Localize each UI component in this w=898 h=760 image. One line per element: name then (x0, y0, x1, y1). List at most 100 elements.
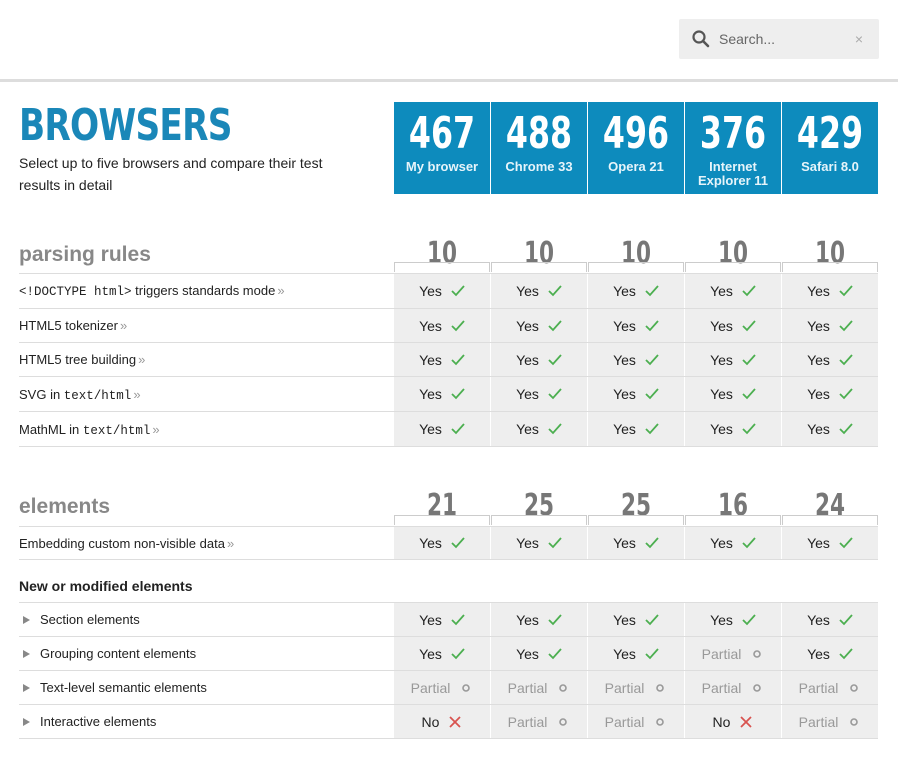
check-icon (548, 648, 562, 660)
row-label[interactable]: Embedding custom non-visible data» (19, 536, 234, 551)
partial-circle-icon (753, 650, 762, 659)
row-label-text: HTML5 tree building (19, 352, 137, 367)
result-cell: Yes (588, 377, 684, 412)
browser-name: Chrome 33 (505, 159, 573, 174)
result-cell: Yes (782, 377, 878, 412)
result-text: Yes (613, 421, 636, 437)
search-input[interactable] (719, 28, 849, 50)
result-cell: Yes (782, 343, 878, 377)
browser-name: My browser (405, 159, 479, 174)
result-text: Yes (419, 352, 442, 368)
check-icon (742, 388, 756, 400)
check-icon (645, 537, 659, 549)
more-link-icon[interactable]: » (138, 352, 145, 367)
result-cell: Yes (685, 603, 781, 637)
search-box[interactable]: × (679, 19, 879, 59)
check-icon (742, 354, 756, 366)
check-icon (645, 354, 659, 366)
result-cell: Partial (782, 671, 878, 705)
result-text: Yes (419, 318, 442, 334)
result-cell: Yes (394, 274, 490, 308)
result-cell: Yes (491, 377, 587, 412)
clear-search-icon[interactable]: × (851, 29, 867, 49)
row-label[interactable]: SVG in text/html» (19, 387, 141, 403)
row-label[interactable]: HTML5 tokenizer» (19, 318, 127, 333)
check-icon (451, 354, 465, 366)
expand-triangle-icon[interactable] (23, 615, 30, 624)
check-icon (548, 285, 562, 297)
result-cell: Yes (394, 603, 490, 637)
result-text: Partial (701, 646, 742, 662)
row-label-code: <!DOCTYPE html> (19, 285, 132, 299)
result-text: Partial (604, 714, 645, 730)
table-row: SVG in text/html» Yes Yes Yes Yes Yes (19, 376, 878, 412)
check-icon (451, 320, 465, 332)
result-text: Yes (419, 421, 442, 437)
row-label[interactable]: MathML in text/html» (19, 422, 160, 438)
row-label[interactable]: Interactive elements (19, 714, 156, 729)
more-link-icon[interactable]: » (277, 283, 284, 298)
result-text: Yes (807, 612, 830, 628)
page-title: BROWSERS (19, 100, 232, 151)
expand-triangle-icon[interactable] (23, 683, 30, 692)
result-text: Partial (798, 714, 839, 730)
row-label-text: Text-level semantic elements (40, 680, 207, 695)
result-cell: Partial (394, 671, 490, 705)
result-text: Yes (807, 535, 830, 551)
expand-triangle-icon[interactable] (23, 717, 30, 726)
column-divider (685, 262, 781, 272)
partial-circle-icon (850, 684, 859, 693)
result-cell: Yes (782, 603, 878, 637)
table-row: HTML5 tokenizer» Yes Yes Yes Yes Yes (19, 308, 878, 343)
result-cell: Yes (491, 343, 587, 377)
result-cell: Yes (588, 309, 684, 343)
row-label[interactable]: <!DOCTYPE html> triggers standards mode» (19, 283, 285, 299)
expand-triangle-icon[interactable] (23, 649, 30, 658)
result-text: Yes (710, 612, 733, 628)
check-icon (742, 423, 756, 435)
result-cell: Yes (782, 274, 878, 308)
check-icon (645, 423, 659, 435)
browser-tile[interactable]: 488 Chrome 33 (491, 102, 587, 194)
browser-tile[interactable]: 429 Safari 8.0 (782, 102, 878, 194)
result-cell: Yes (491, 309, 587, 343)
result-cell: Yes (491, 412, 587, 447)
check-icon (742, 285, 756, 297)
result-text: Yes (419, 612, 442, 628)
result-cell: Yes (588, 527, 684, 560)
row-label[interactable]: Text-level semantic elements (19, 680, 207, 695)
check-icon (839, 537, 853, 549)
check-icon (645, 285, 659, 297)
result-text: Partial (798, 680, 839, 696)
result-text: Partial (701, 680, 742, 696)
result-cell: Yes (685, 412, 781, 447)
result-text: Yes (419, 535, 442, 551)
check-icon (451, 423, 465, 435)
check-icon (645, 614, 659, 626)
result-cell: Yes (394, 343, 490, 377)
browser-tile[interactable]: 376 Internet Explorer 11 (685, 102, 781, 194)
more-link-icon[interactable]: » (120, 318, 127, 333)
browser-name: Opera 21 (608, 159, 664, 174)
search-icon (692, 30, 710, 48)
more-link-icon[interactable]: » (227, 536, 234, 551)
row-label-text: SVG in (19, 387, 64, 402)
result-text: Yes (516, 646, 539, 662)
result-text: Yes (807, 646, 830, 662)
browser-tile[interactable]: 496 Opera 21 (588, 102, 684, 194)
result-cell: Yes (394, 637, 490, 671)
result-text: Yes (710, 386, 733, 402)
result-cell: Yes (685, 527, 781, 560)
partial-circle-icon (656, 718, 665, 727)
result-cell: Yes (491, 637, 587, 671)
check-icon (451, 388, 465, 400)
browser-tile[interactable]: 467 My browser (394, 102, 490, 194)
result-cell: Partial (491, 671, 587, 705)
check-icon (548, 614, 562, 626)
more-link-icon[interactable]: » (133, 387, 140, 402)
row-label[interactable]: Section elements (19, 612, 140, 627)
more-link-icon[interactable]: » (152, 422, 159, 437)
row-label[interactable]: Grouping content elements (19, 646, 196, 661)
row-label[interactable]: HTML5 tree building» (19, 352, 145, 367)
result-cell: Partial (491, 705, 587, 739)
